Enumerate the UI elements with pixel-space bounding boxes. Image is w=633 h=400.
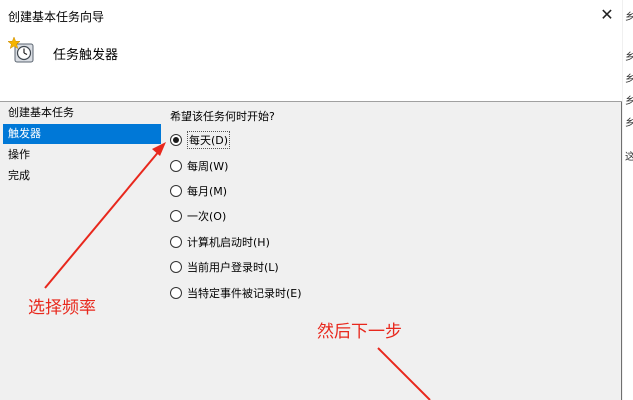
radio-weekly[interactable] bbox=[170, 160, 182, 172]
option-once[interactable]: 一次(O) bbox=[170, 207, 226, 225]
wizard-steps: 创建基本任务 触发器 操作 完成 bbox=[0, 103, 162, 400]
option-weekly[interactable]: 每周(W) bbox=[170, 157, 228, 175]
background-glyph: 乡 bbox=[625, 12, 633, 23]
annotation-then-next: 然后下一步 bbox=[317, 322, 402, 342]
close-button[interactable]: ✕ bbox=[592, 0, 622, 30]
option-once-label: 一次(O) bbox=[187, 210, 227, 223]
radio-daily[interactable] bbox=[170, 134, 182, 146]
option-computer-startup-label: 计算机启动时(H) bbox=[187, 236, 270, 249]
radio-monthly[interactable] bbox=[170, 185, 182, 197]
trigger-panel: 希望该任务何时开始? 每天(D) 每周(W) 每月(M) 一次(O) 计算机启动… bbox=[170, 103, 620, 400]
option-user-logon-label: 当前用户登录时(L) bbox=[187, 261, 279, 274]
radio-computer-startup[interactable] bbox=[170, 236, 182, 248]
step-trigger[interactable]: 触发器 bbox=[3, 124, 161, 144]
page-title: 任务触发器 bbox=[53, 48, 119, 63]
step-finish[interactable]: 完成 bbox=[3, 166, 161, 186]
option-monthly-label: 每月(M) bbox=[187, 185, 228, 198]
window-title: 创建基本任务向导 bbox=[8, 10, 105, 24]
annotation-choose-frequency: 选择频率 bbox=[28, 298, 96, 318]
option-event-logged-label: 当特定事件被记录时(E) bbox=[187, 287, 302, 300]
background-glyph: 乡 bbox=[625, 118, 633, 129]
step-action[interactable]: 操作 bbox=[3, 145, 161, 165]
option-computer-startup[interactable]: 计算机启动时(H) bbox=[170, 233, 270, 251]
step-create-basic-task[interactable]: 创建基本任务 bbox=[3, 103, 161, 123]
background-glyph: 乡 bbox=[625, 52, 633, 63]
option-event-logged[interactable]: 当特定事件被记录时(E) bbox=[170, 284, 302, 302]
option-weekly-label: 每周(W) bbox=[187, 160, 229, 173]
wizard-header: 任务触发器 bbox=[0, 30, 622, 102]
background-glyph: 乡 bbox=[625, 96, 633, 107]
option-daily-label: 每天(D) bbox=[187, 131, 231, 149]
background-window-edge: 乡 乡 乡 乡 乡 这 bbox=[623, 0, 633, 400]
title-bar: 创建基本任务向导 ✕ bbox=[0, 0, 622, 30]
radio-once[interactable] bbox=[170, 210, 182, 222]
option-daily[interactable]: 每天(D) bbox=[170, 131, 231, 149]
background-glyph: 这 bbox=[625, 152, 633, 163]
option-monthly[interactable]: 每月(M) bbox=[170, 182, 227, 200]
radio-user-logon[interactable] bbox=[170, 261, 182, 273]
radio-event-logged[interactable] bbox=[170, 287, 182, 299]
option-user-logon[interactable]: 当前用户登录时(L) bbox=[170, 258, 279, 276]
trigger-question: 希望该任务何时开始? bbox=[170, 110, 275, 123]
background-glyph: 乡 bbox=[625, 74, 633, 85]
create-basic-task-wizard: 创建基本任务向导 ✕ 任务触发器 创建基本任务 触发器 操作 完成 希望该任务何… bbox=[0, 0, 622, 400]
clock-icon bbox=[8, 37, 34, 63]
